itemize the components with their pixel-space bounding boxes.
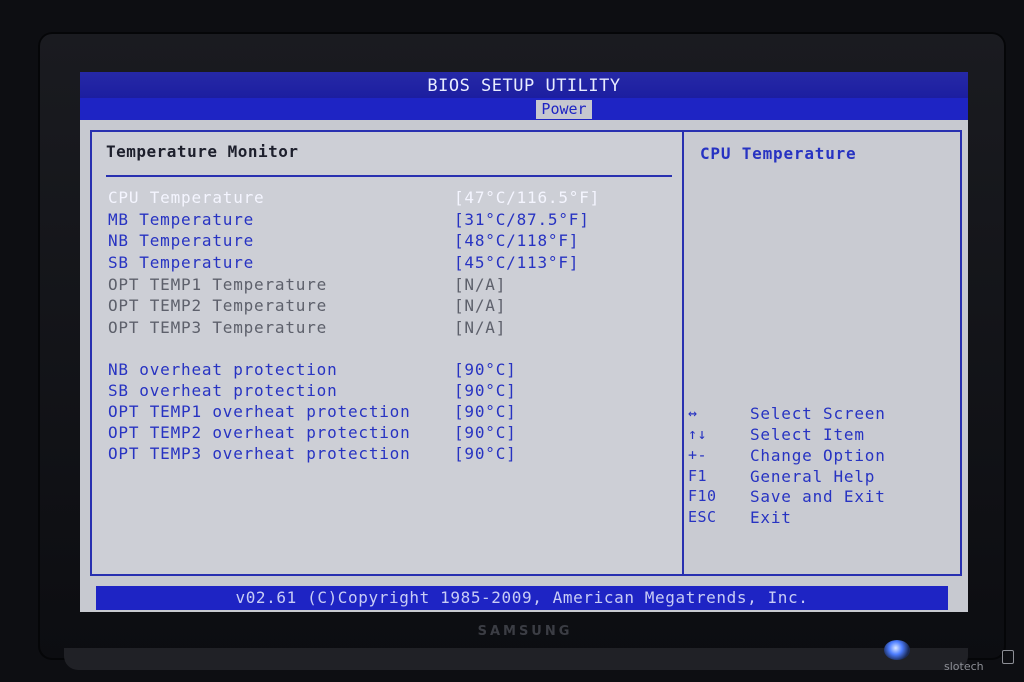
key-f10: F10 xyxy=(688,487,717,505)
temp-value: [N/A] xyxy=(454,318,507,337)
watermark-logo-icon xyxy=(1002,650,1014,664)
key-desc-change-option: Change Option xyxy=(750,446,886,465)
protection-value: [90°C] xyxy=(454,423,517,442)
photo-watermark: slotech xyxy=(944,660,984,673)
key-desc-general-help: General Help xyxy=(750,467,876,486)
key-desc-exit: Exit xyxy=(750,508,792,527)
temp-label: MB Temperature xyxy=(108,210,255,229)
protection-value: [90°C] xyxy=(454,444,517,463)
protection-label: OPT TEMP2 overheat protection xyxy=(108,423,411,442)
key-arrows-ud: ↑↓ xyxy=(688,425,708,443)
monitor-brand: SAMSUNG xyxy=(477,624,573,639)
key-arrows-lr: ↔ xyxy=(688,404,698,422)
tab-power[interactable]: Power xyxy=(536,100,592,119)
temp-value: [45°C/113°F] xyxy=(454,253,580,272)
main-panel: Temperature Monitor CPU Temperature [47°… xyxy=(90,130,683,576)
temp-value: [N/A] xyxy=(454,275,507,294)
key-desc-select-screen: Select Screen xyxy=(750,404,886,423)
temp-label: OPT TEMP2 Temperature xyxy=(108,296,328,315)
protection-value: [90°C] xyxy=(454,402,517,421)
temp-value: [N/A] xyxy=(454,296,507,315)
key-desc-select-item: Select Item xyxy=(750,425,865,444)
temp-value: [47°C/116.5°F] xyxy=(454,188,601,207)
power-led-icon xyxy=(884,640,910,660)
copyright-footer: v02.61 (C)Copyright 1985-2009, American … xyxy=(96,586,948,610)
protection-value: [90°C] xyxy=(454,360,517,379)
help-panel: CPU Temperature ↔ Select Screen ↑↓ Selec… xyxy=(682,130,962,576)
key-f1: F1 xyxy=(688,467,708,485)
key-desc-save-exit: Save and Exit xyxy=(750,487,886,506)
tab-bar: Power xyxy=(80,98,968,120)
protection-label: OPT TEMP1 overheat protection xyxy=(108,402,411,421)
bios-screen: BIOS SETUP UTILITY Power Temperature Mon… xyxy=(80,72,968,612)
temp-label: OPT TEMP1 Temperature xyxy=(108,275,328,294)
temp-label: CPU Temperature xyxy=(108,188,265,207)
protection-value: [90°C] xyxy=(454,381,517,400)
protection-label: NB overheat protection xyxy=(108,360,338,379)
section-divider xyxy=(106,175,672,177)
temp-value: [48°C/118°F] xyxy=(454,231,580,250)
bios-title: BIOS SETUP UTILITY xyxy=(80,72,968,98)
protection-label: OPT TEMP3 overheat protection xyxy=(108,444,411,463)
temp-label: NB Temperature xyxy=(108,231,255,250)
protection-label: SB overheat protection xyxy=(108,381,338,400)
section-title: Temperature Monitor xyxy=(106,142,299,161)
temp-label: SB Temperature xyxy=(108,253,255,272)
help-title: CPU Temperature xyxy=(700,144,857,163)
temp-label: OPT TEMP3 Temperature xyxy=(108,318,328,337)
temp-value: [31°C/87.5°F] xyxy=(454,210,590,229)
key-esc: ESC xyxy=(688,508,717,526)
key-plus-minus: +- xyxy=(688,446,708,464)
monitor-stand-edge xyxy=(64,648,968,670)
